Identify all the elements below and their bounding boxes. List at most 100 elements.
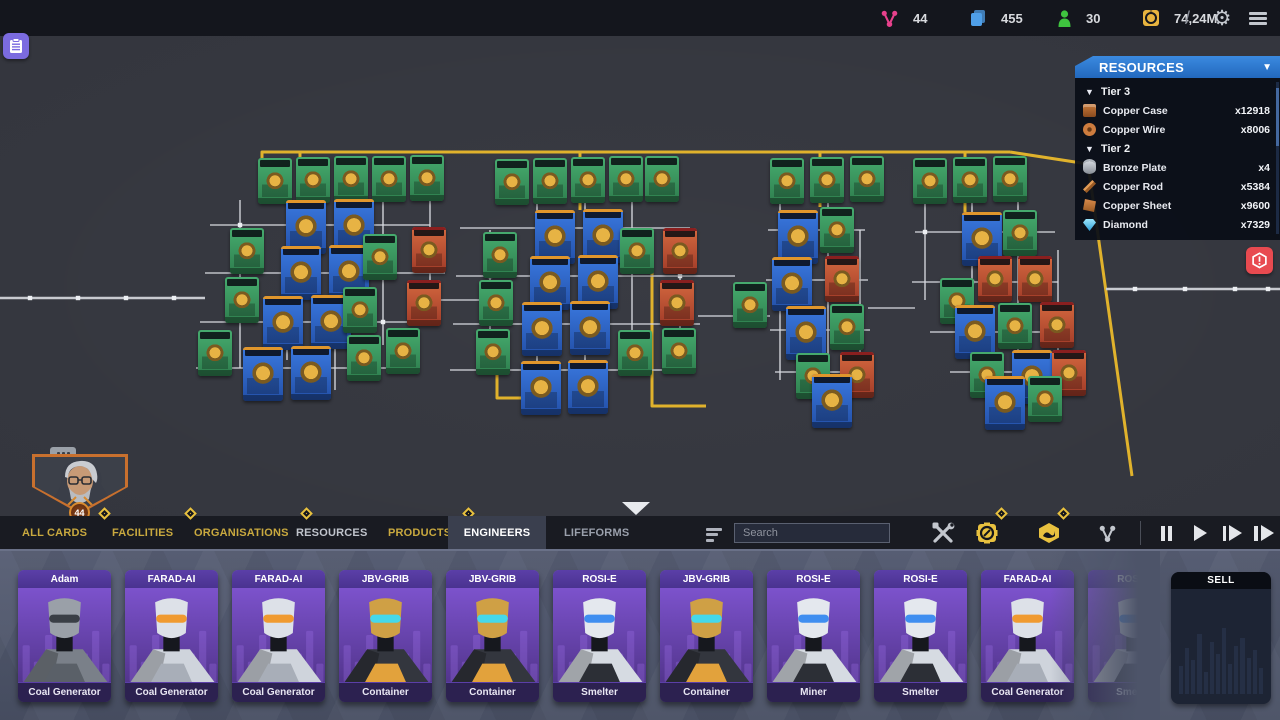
board-card[interactable] <box>225 277 259 323</box>
fast-forward-button[interactable] <box>1218 521 1246 545</box>
board-card[interactable] <box>363 234 397 280</box>
board-card[interactable] <box>522 302 562 356</box>
board-card[interactable] <box>985 376 1025 430</box>
board-card[interactable] <box>1018 256 1052 302</box>
board-card[interactable] <box>663 228 697 274</box>
hand-card[interactable]: ROSI-ESmelter <box>553 570 646 702</box>
hand-card[interactable]: JBV-GRIBContainer <box>339 570 432 702</box>
board-card[interactable] <box>476 329 510 375</box>
tasks-button[interactable] <box>3 33 29 59</box>
board-card[interactable] <box>334 156 368 202</box>
board-card[interactable] <box>609 156 643 202</box>
skip-forward-button[interactable] <box>1250 521 1278 545</box>
resource-row[interactable]: Bronze Platex4 <box>1081 158 1270 177</box>
hand-card[interactable]: JBV-GRIBContainer <box>446 570 539 702</box>
board-card[interactable] <box>410 155 444 201</box>
board-card[interactable] <box>913 158 947 204</box>
board-card[interactable] <box>347 335 381 381</box>
board-card[interactable] <box>495 159 529 205</box>
board-card[interactable] <box>230 228 264 274</box>
board-card[interactable] <box>993 156 1027 202</box>
board-card[interactable] <box>820 207 854 253</box>
board-card[interactable] <box>568 360 608 414</box>
board-card[interactable] <box>296 157 330 203</box>
resource-row[interactable]: Copper Wirex8006 <box>1081 120 1270 139</box>
resource-group-header[interactable]: ▼Tier 2 <box>1081 139 1270 158</box>
resource-row[interactable]: Copper Sheetx9600 <box>1081 196 1270 215</box>
board-card[interactable] <box>521 361 561 415</box>
tray-collapse-handle[interactable] <box>622 502 650 515</box>
resources-panel-header[interactable]: RESOURCES ▼ <box>1075 56 1280 78</box>
hand-card[interactable]: AdamCoal Generator <box>18 570 111 702</box>
board-card[interactable] <box>1003 210 1037 256</box>
board-card[interactable] <box>407 280 441 326</box>
board-card[interactable] <box>412 227 446 273</box>
board-card[interactable] <box>660 280 694 326</box>
hand-card[interactable]: FARAD-AICoal Generator <box>125 570 218 702</box>
board-card[interactable] <box>953 157 987 203</box>
alert-button[interactable] <box>1246 247 1273 274</box>
tab-lifeforms[interactable]: LIFEFORMS <box>556 516 637 549</box>
resource-row[interactable]: Copper Rodx5384 <box>1081 177 1270 196</box>
board-card[interactable] <box>570 301 610 355</box>
board-card[interactable] <box>198 330 232 376</box>
hand-card[interactable]: ROSI-ESmelter <box>874 570 967 702</box>
board-card[interactable] <box>243 347 283 401</box>
board-card[interactable] <box>662 328 696 374</box>
board-card[interactable] <box>645 156 679 202</box>
board-card[interactable] <box>786 306 826 360</box>
hand-card[interactable]: FARAD-AICoal Generator <box>981 570 1074 702</box>
board-card[interactable] <box>620 228 654 274</box>
hand-card[interactable]: JBV-GRIBContainer <box>660 570 753 702</box>
menu-button[interactable] <box>1243 3 1273 33</box>
board-card[interactable] <box>978 256 1012 302</box>
board-card[interactable] <box>812 374 852 428</box>
board-card[interactable] <box>778 210 818 264</box>
board-card[interactable] <box>372 156 406 202</box>
board-card[interactable] <box>483 232 517 278</box>
board-card[interactable] <box>571 157 605 203</box>
hand-card[interactable]: ROSI-ESmelter <box>1088 570 1160 702</box>
settings-button[interactable]: ⚙ <box>1207 3 1237 33</box>
board-card[interactable] <box>343 287 377 333</box>
node-tool-button[interactable] <box>1092 519 1122 547</box>
board-card[interactable] <box>998 303 1032 349</box>
gear-coin-tool-button[interactable] <box>972 519 1002 547</box>
sell-panel[interactable]: SELL <box>1171 572 1271 704</box>
board-card[interactable] <box>825 256 859 302</box>
board-card[interactable] <box>810 157 844 203</box>
board-card[interactable] <box>618 330 652 376</box>
hand-card[interactable]: ROSI-EMiner <box>767 570 860 702</box>
hand-card[interactable]: FARAD-AICoal Generator <box>232 570 325 702</box>
board-card[interactable] <box>1028 376 1062 422</box>
tab-facilities[interactable]: FACILITIES <box>104 516 181 549</box>
resources-scrollbar[interactable] <box>1276 82 1279 234</box>
tab-organisations[interactable]: ORGANISATIONS <box>186 516 297 549</box>
resource-group-header[interactable]: ▼Tier 3 <box>1081 82 1270 101</box>
search-input[interactable] <box>734 523 890 543</box>
play-button[interactable] <box>1186 521 1214 545</box>
tab-engineers[interactable]: ENGINEERS <box>448 516 546 549</box>
pause-button[interactable] <box>1152 521 1180 545</box>
board-card[interactable] <box>850 156 884 202</box>
board-card[interactable] <box>258 158 292 204</box>
board-card[interactable] <box>772 257 812 311</box>
board-card[interactable] <box>281 246 321 300</box>
board-card[interactable] <box>733 282 767 328</box>
board-card[interactable] <box>955 305 995 359</box>
tools-tool-button[interactable] <box>928 519 958 547</box>
board-card[interactable] <box>1040 302 1074 348</box>
board-card[interactable] <box>386 328 420 374</box>
resource-row[interactable]: Copper Casex12918 <box>1081 101 1270 120</box>
resource-row[interactable]: Diamondx7329 <box>1081 215 1270 234</box>
hexagon-tool-button[interactable] <box>1034 519 1064 547</box>
board-card[interactable] <box>533 158 567 204</box>
board-card[interactable] <box>479 280 513 326</box>
board-card[interactable] <box>830 304 864 350</box>
tab-all-cards[interactable]: ALL CARDS <box>14 516 95 549</box>
board-card[interactable] <box>291 346 331 400</box>
filter-icon[interactable] <box>706 525 722 544</box>
board-card[interactable] <box>263 296 303 350</box>
board-card[interactable] <box>770 158 804 204</box>
tab-resources[interactable]: RESOURCES <box>288 516 375 549</box>
